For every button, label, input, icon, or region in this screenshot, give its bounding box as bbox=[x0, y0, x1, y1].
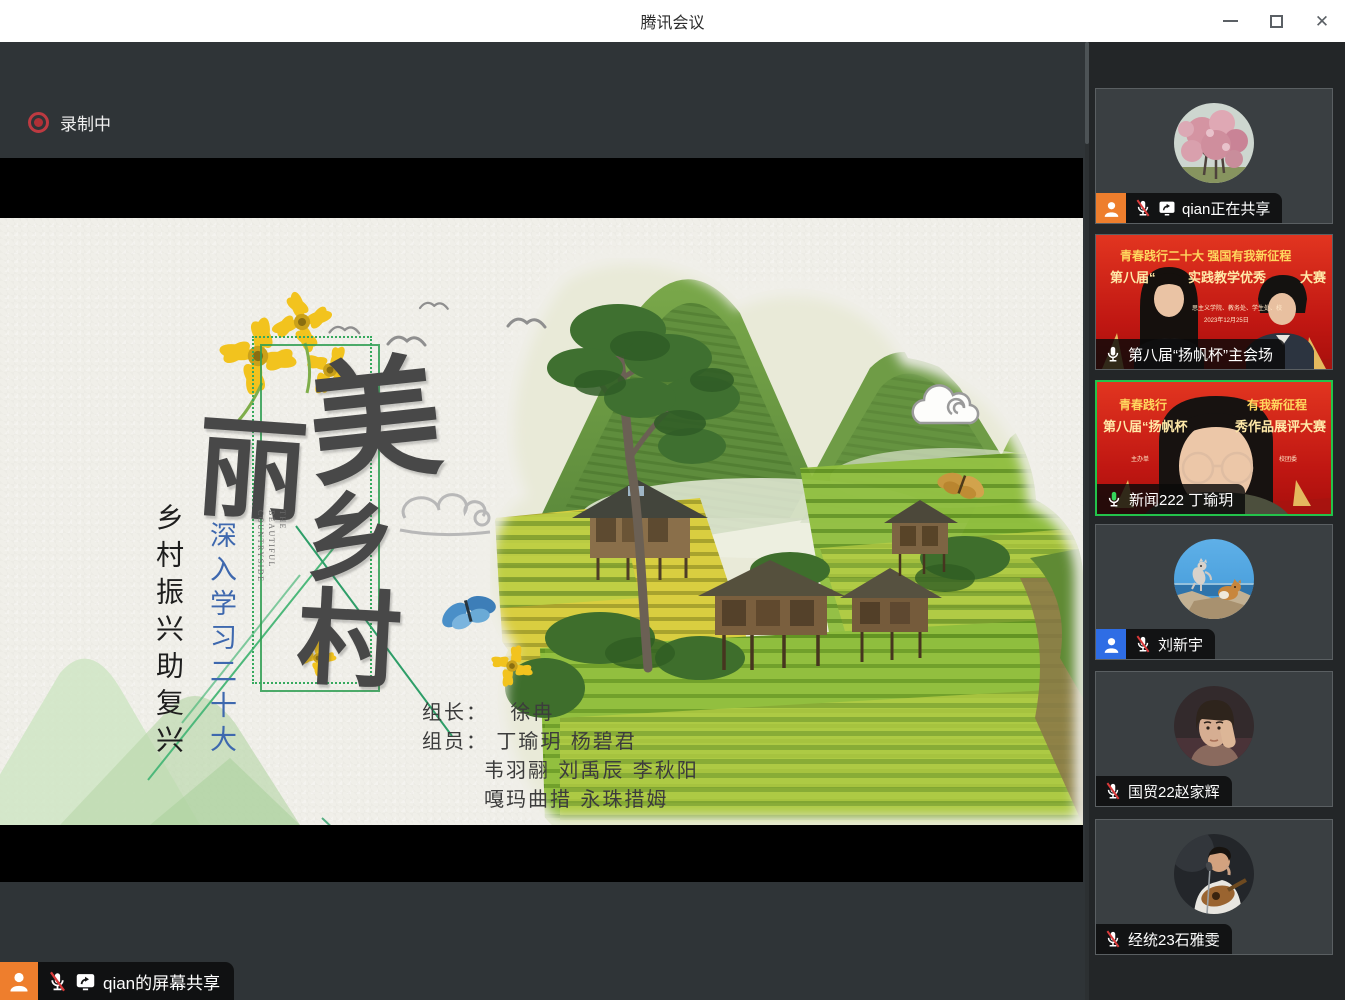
roster-members-line1: 组员： 丁瑜玥 杨碧君 bbox=[422, 727, 699, 756]
banner-line1b: 有我新征程 bbox=[1247, 396, 1307, 413]
avatar-portrait-man bbox=[1174, 686, 1254, 766]
roster-members-1: 丁瑜玥 杨碧君 bbox=[496, 729, 636, 753]
participant-tile-liuxinyu[interactable]: 刘新宇 bbox=[1095, 524, 1333, 660]
banner-line2a: 第八届“扬帆杯 bbox=[1103, 416, 1188, 435]
banner-line1: 青春践行二十大 强国有我新征程 bbox=[1120, 247, 1291, 264]
avatar-cherry-blossom bbox=[1174, 103, 1254, 183]
screen-share-icon bbox=[1158, 199, 1176, 217]
maximize-button[interactable] bbox=[1253, 0, 1299, 42]
shared-slide: 美 丽 乡 村 THE BEAUTIFUL COUNTRYSIDE 乡村振兴助复… bbox=[0, 218, 1083, 825]
participant-label: 刘新宇 bbox=[1096, 629, 1215, 659]
roster-leader-line: 组长： 徐冉 bbox=[422, 698, 699, 727]
share-label-text: qian的屏幕共享 bbox=[103, 969, 220, 994]
banner-line2a: 第八届“ bbox=[1110, 267, 1156, 286]
avatar-cats-seaside bbox=[1174, 539, 1254, 619]
titlebar: 腾讯会议 ✕ bbox=[0, 0, 1345, 42]
participant-name: 新闻222 丁瑜玥 bbox=[1129, 489, 1233, 510]
participant-label: qian正在共享 bbox=[1096, 193, 1282, 223]
slide-slogan-revitalize: 乡村振兴助复兴 bbox=[148, 503, 188, 762]
maximize-icon bbox=[1270, 15, 1283, 28]
banner-line2c: 大赛 bbox=[1300, 267, 1326, 286]
banner-small1: 主办单 bbox=[1131, 454, 1149, 463]
recording-label: 录制中 bbox=[60, 110, 111, 135]
participant-tile-zhaojiahui[interactable]: 国贸22赵家辉 bbox=[1095, 671, 1333, 807]
sidebar-scrollbar[interactable] bbox=[1085, 42, 1089, 1000]
mic-muted-icon bbox=[1104, 930, 1122, 948]
participant-label: 新闻222 丁瑜玥 bbox=[1097, 484, 1245, 514]
mic-muted-icon bbox=[1134, 635, 1152, 653]
mic-muted-icon bbox=[1134, 199, 1152, 217]
participant-name: 国贸22赵家辉 bbox=[1128, 781, 1220, 802]
close-icon: ✕ bbox=[1315, 13, 1329, 30]
recording-indicator: 录制中 bbox=[28, 110, 111, 135]
mic-muted-icon bbox=[47, 971, 68, 992]
mic-speaking-icon bbox=[1105, 490, 1123, 508]
minimize-button[interactable] bbox=[1207, 0, 1253, 42]
mic-muted-icon bbox=[1104, 782, 1122, 800]
person-icon bbox=[7, 969, 31, 993]
participant-name: 刘新宇 bbox=[1158, 634, 1203, 655]
banner-small2: 2023年12月25日 bbox=[1204, 315, 1249, 324]
participant-name: 经统23石雅雯 bbox=[1128, 929, 1220, 950]
roster-members-line2: 韦羽翮 刘禹辰 李秋阳 bbox=[484, 756, 699, 785]
minimize-icon bbox=[1223, 20, 1238, 22]
window-controls: ✕ bbox=[1207, 0, 1345, 42]
slide-title-char-xiang: 乡 bbox=[300, 488, 400, 588]
banner-line2b: 秀作品展评大赛 bbox=[1235, 416, 1326, 435]
host-badge bbox=[0, 962, 38, 1000]
window-title: 腾讯会议 bbox=[640, 9, 704, 33]
banner-small1: 思主义学院、教务处、学生处、校 bbox=[1192, 303, 1282, 312]
record-icon bbox=[28, 112, 49, 133]
participants-sidebar: qian正在共享 bbox=[1085, 42, 1345, 1000]
screen-share-icon bbox=[75, 971, 96, 992]
banner-small2: 校团委 bbox=[1279, 454, 1297, 463]
mic-on-icon bbox=[1104, 345, 1122, 363]
roster-leader-label: 组长： bbox=[422, 700, 488, 724]
participant-label: 经统23石雅雯 bbox=[1096, 924, 1232, 954]
person-icon bbox=[1102, 199, 1121, 218]
participant-tile-active-speaker[interactable]: 青春践行 有我新征程 第八届“扬帆杯 秀作品展评大赛 主办单 校团委 新闻222… bbox=[1095, 380, 1333, 516]
participant-name: 第八届“扬帆杯”主会场 bbox=[1128, 344, 1273, 365]
banner-line2b: 实践教学优秀 bbox=[1188, 267, 1266, 286]
cloud-swirl-icon bbox=[400, 495, 490, 535]
slide-subtitle-en: THE BEAUTIFUL COUNTRYSIDE bbox=[262, 510, 288, 620]
participant-label: 第八届“扬帆杯”主会场 bbox=[1096, 339, 1285, 369]
close-button[interactable]: ✕ bbox=[1299, 0, 1345, 42]
roster-members-line3: 嘎玛曲措 永珠措姆 bbox=[484, 785, 699, 814]
banner-line1a: 青春践行 bbox=[1119, 396, 1167, 413]
roster-leader-name: 徐冉 bbox=[510, 700, 554, 724]
presenter-share-label: qian的屏幕共享 bbox=[0, 962, 234, 1000]
slide-title-char-cun: 村 bbox=[294, 585, 403, 694]
letterbox-top bbox=[0, 158, 1083, 218]
tencent-meeting-window: 腾讯会议 ✕ 录制中 bbox=[0, 0, 1345, 1000]
slide-slogan-study: 深入学习二十大 bbox=[201, 521, 240, 759]
participant-tile-shiyawen[interactable]: 经统23石雅雯 bbox=[1095, 819, 1333, 955]
shared-screen-stage[interactable]: 录制中 bbox=[0, 42, 1085, 1000]
avatar-guitar-singer bbox=[1174, 834, 1254, 914]
slide-title-char-mei: 美 bbox=[302, 350, 447, 495]
roster-member-label: 组员： bbox=[422, 729, 488, 753]
host-badge bbox=[1096, 193, 1126, 223]
scrollbar-thumb[interactable] bbox=[1085, 42, 1089, 144]
person-icon bbox=[1102, 635, 1121, 654]
participant-tile-qian[interactable]: qian正在共享 bbox=[1095, 88, 1333, 224]
participant-label: 国贸22赵家辉 bbox=[1096, 776, 1232, 806]
participant-name: qian正在共享 bbox=[1182, 198, 1270, 219]
slide-title-char-li: 丽 bbox=[193, 411, 310, 528]
cohost-badge bbox=[1096, 629, 1126, 659]
letterbox-bottom bbox=[0, 825, 1083, 882]
slide-roster: 组长： 徐冉 组员： 丁瑜玥 杨碧君 韦羽翮 刘禹辰 李秋阳 嘎玛曲措 永珠措姆 bbox=[422, 698, 699, 814]
participant-tile-main-venue[interactable]: 青春践行二十大 强国有我新征程 第八届“ 实践教学优秀 大赛 思主义学院、教务处… bbox=[1095, 234, 1333, 370]
